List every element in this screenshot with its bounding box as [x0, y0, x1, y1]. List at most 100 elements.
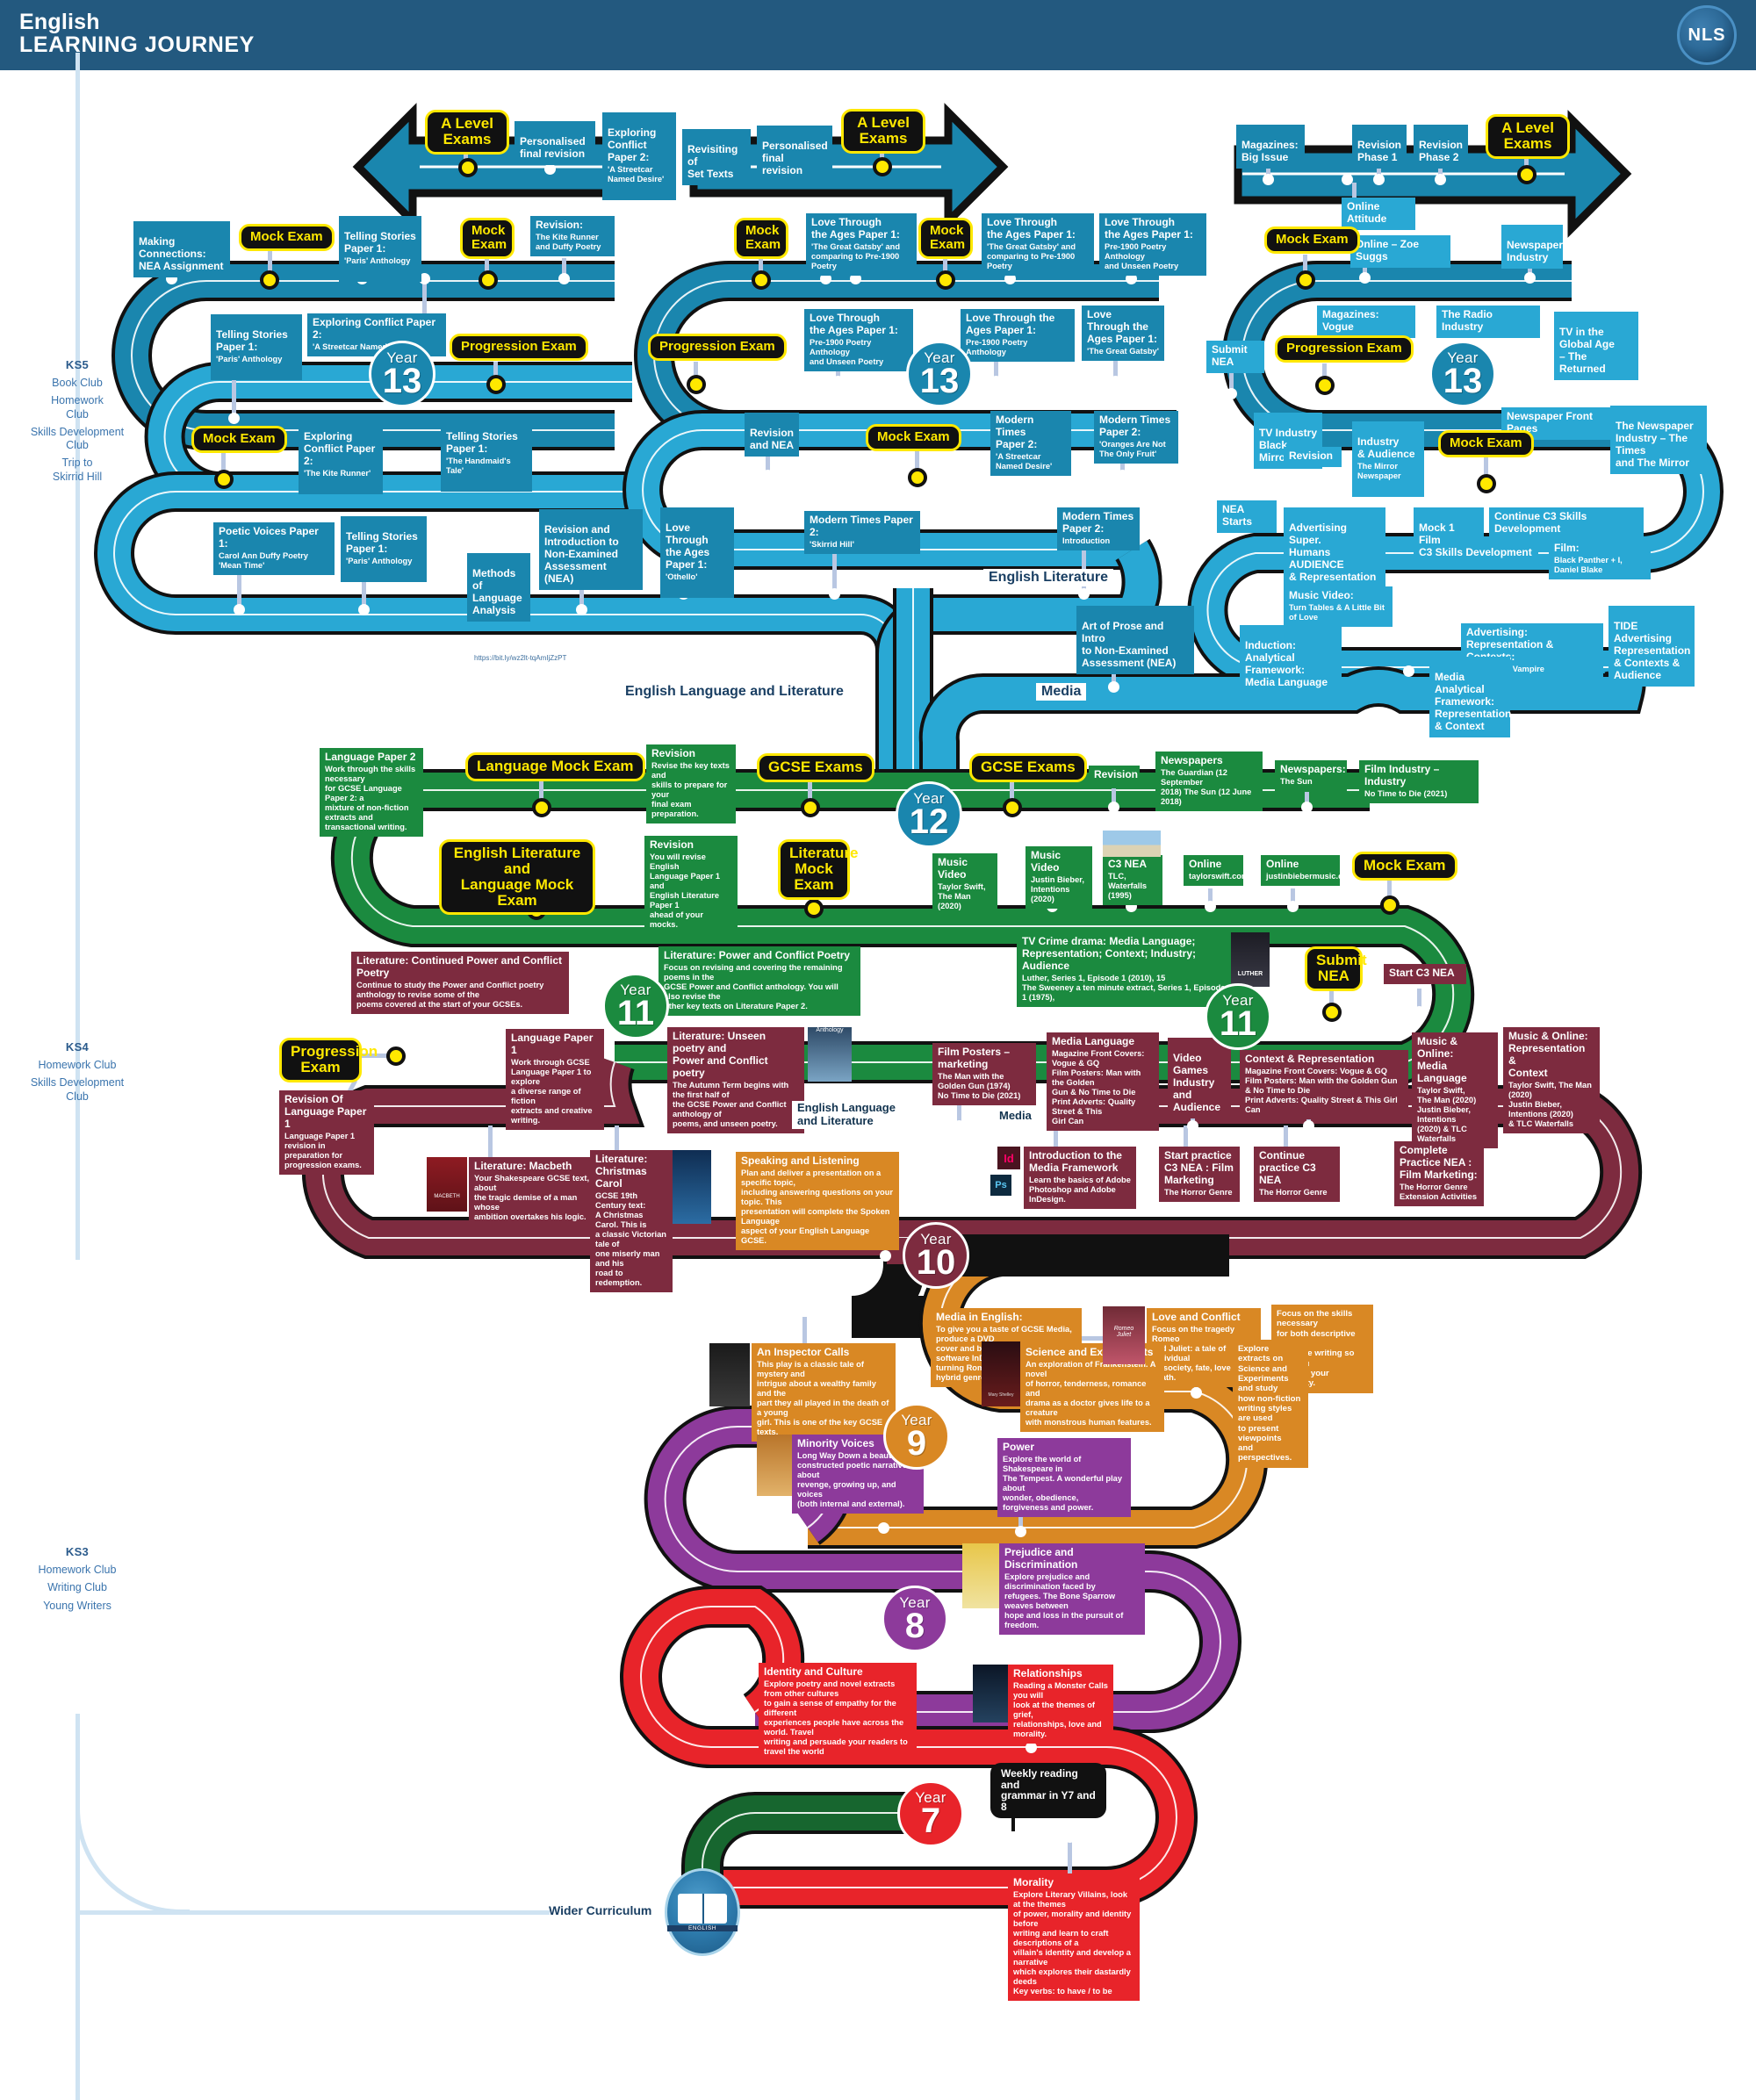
node-col3-i[interactable]	[1510, 477, 1522, 488]
node-col1-j[interactable]	[358, 604, 370, 615]
node-col3-d[interactable]	[1342, 174, 1353, 185]
node-mock-col1-r3[interactable]	[214, 470, 234, 489]
node-col3-q[interactable]	[1635, 591, 1646, 602]
pill-mock-exam-col2-r1b[interactable]: Mock Exam	[918, 218, 973, 259]
node-col3-o[interactable]	[1496, 591, 1508, 602]
node-col3-g[interactable]	[1226, 388, 1237, 399]
label-telling-stories-handmaids-tale: Telling Stories Paper 1: 'The Handmaid's…	[441, 416, 532, 492]
pill-a-level-exams-col1[interactable]: A Level Exams	[425, 110, 509, 155]
node-y12-literature-mock[interactable]	[804, 899, 824, 918]
label-online-justinbiebermusic: Online justinbiebermusic.com	[1261, 855, 1355, 886]
node-a-level-col1[interactable]	[458, 158, 478, 177]
node-col3-j[interactable]	[1321, 477, 1332, 488]
node-mock-col2-r3[interactable]	[908, 468, 927, 487]
label-exploring-conflict-kite-runner: Exploring Conflict Paper 2: 'The Kite Ru…	[299, 416, 383, 494]
node-col2-i[interactable]	[1110, 376, 1121, 387]
node-y9-c[interactable]	[1015, 1526, 1026, 1537]
label-nea-starts: NEA Starts	[1217, 500, 1277, 533]
pill-submit-nea-y11[interactable]: Submit NEA	[1305, 946, 1367, 991]
pill-mock-exam-col3-r3[interactable]: Mock Exam	[1438, 430, 1534, 457]
node-col1-f[interactable]	[228, 413, 240, 424]
node-y12-k[interactable]	[1205, 901, 1216, 912]
pill-gcse-exams-right[interactable]: GCSE Exams	[969, 753, 1087, 782]
pill-progression-exam-col3[interactable]: Progression Exam	[1275, 335, 1414, 363]
node-y11-progression[interactable]	[386, 1046, 406, 1066]
node-y12-gcse-left[interactable]	[801, 798, 820, 817]
node-mock-col3-r1[interactable]	[1296, 270, 1315, 290]
node-col2-o[interactable]	[1078, 588, 1090, 600]
label-start-practice-c3-nea-film-marketing: Start practice C3 NEA : Film Marketing T…	[1159, 1147, 1240, 1202]
node-y12-c[interactable]	[1108, 802, 1119, 813]
node-y12-e[interactable]	[1301, 802, 1313, 813]
node-col2-g[interactable]	[832, 376, 844, 387]
node-col3-k[interactable]	[1226, 477, 1237, 488]
pill-gcse-exams-left[interactable]: GCSE Exams	[757, 753, 874, 782]
node-col2-j[interactable]	[762, 470, 774, 481]
node-col3-b[interactable]	[1373, 174, 1385, 185]
node-col3-e[interactable]	[1359, 272, 1371, 284]
pill-mock-exam-col2-r3[interactable]: Mock Exam	[866, 424, 961, 451]
node-y8-c[interactable]	[1026, 1742, 1037, 1753]
node-y11-c[interactable]	[1414, 1006, 1425, 1018]
stream-label-media-y11: Media	[994, 1108, 1037, 1123]
node-col1-l[interactable]	[576, 604, 587, 615]
node-y11-f[interactable]	[400, 1074, 412, 1085]
node-y12-language-mock[interactable]	[532, 798, 551, 817]
pill-progression-exam-col2[interactable]: Progression Exam	[648, 334, 787, 361]
pill-english-lit-lang-mock[interactable]: English Literature and Language Mock Exa…	[439, 839, 595, 916]
node-y11-submit-nea[interactable]	[1322, 1003, 1342, 1022]
node-mock-col1-r1b[interactable]	[479, 270, 498, 290]
node-a-level-col2[interactable]	[873, 157, 892, 176]
node-mock-col2-r1b[interactable]	[936, 270, 955, 290]
pill-progression-exam-col1[interactable]: Progression Exam	[450, 334, 588, 361]
node-y10-a[interactable]	[880, 1250, 891, 1262]
node-col3-p[interactable]	[1568, 591, 1580, 602]
crest-book-icon	[678, 1893, 727, 1924]
pill-literature-mock-exam[interactable]: Literature Mock Exam	[778, 839, 858, 900]
pill-progression-exam-y11[interactable]: Progression Exam	[279, 1038, 378, 1082]
node-col2-p[interactable]	[1108, 681, 1119, 693]
node-col1-i[interactable]	[234, 604, 245, 615]
source-url[interactable]: https://bit.ly/wz2lt-tqAmIjZzPT	[474, 654, 566, 662]
node-col2-n[interactable]	[829, 588, 840, 600]
label-revision-kite-runner-duffy: Revision: The Kite Runner and Duffy Poet…	[530, 216, 615, 256]
node-y11-g[interactable]	[954, 1120, 965, 1132]
node-y12-l[interactable]	[1287, 901, 1299, 912]
node-col3-a[interactable]	[1263, 174, 1274, 185]
node-mock-col2-r1[interactable]	[752, 270, 771, 290]
pill-a-level-exams-col2[interactable]: A Level Exams	[841, 109, 925, 154]
node-y11-i[interactable]	[1187, 1120, 1198, 1132]
node-mock-col3-r3[interactable]	[1477, 474, 1496, 493]
node-col3-f[interactable]	[1524, 272, 1536, 284]
node-col3-c[interactable]	[1435, 174, 1446, 185]
pill-mock-exam-y12[interactable]: Mock Exam	[1352, 852, 1457, 881]
node-col3-n[interactable]	[1463, 592, 1474, 603]
thumbnail-macbeth: MACBETH	[427, 1157, 467, 1212]
node-progression-col1[interactable]	[486, 375, 506, 394]
pill-mock-exam-col1-row1[interactable]: Mock Exam	[239, 224, 335, 251]
node-a-level-col3[interactable]	[1517, 165, 1536, 184]
node-y12-gcse-right[interactable]	[1003, 798, 1022, 817]
node-y11-b[interactable]	[439, 1012, 450, 1024]
node-col3-m[interactable]	[1403, 665, 1414, 677]
pill-weekly-reading-grammar[interactable]: Weekly reading and grammar in Y7 and 8	[990, 1763, 1106, 1819]
node-mock-col1-r1[interactable]	[260, 270, 279, 290]
node-col1-e[interactable]	[558, 273, 570, 284]
node-y12-f[interactable]	[1378, 802, 1390, 813]
pill-mock-exam-col3-r1[interactable]: Mock Exam	[1264, 227, 1360, 254]
node-y10-c[interactable]	[878, 1522, 889, 1534]
pill-mock-exam-col2-r1[interactable]: Mock Exam	[734, 218, 788, 259]
node-col2-l[interactable]	[1117, 470, 1128, 481]
node-y12-mock[interactable]	[1380, 895, 1400, 915]
node-y7-a[interactable]	[1064, 1831, 1076, 1843]
pill-language-mock-exam[interactable]: Language Mock Exam	[465, 752, 645, 781]
node-y11-j[interactable]	[1303, 1120, 1314, 1132]
label-online-taylorswift: Online taylorswift.com	[1184, 855, 1249, 886]
pill-mock-exam-col1-r1b[interactable]: Mock Exam	[460, 218, 515, 259]
node-y10-b[interactable]	[1191, 1387, 1202, 1399]
pill-mock-exam-col1-r3[interactable]: Mock Exam	[191, 426, 287, 453]
node-progression-col3[interactable]	[1315, 376, 1335, 395]
pill-a-level-exams-col3[interactable]: A Level Exams	[1486, 114, 1570, 159]
node-col2-h[interactable]	[990, 376, 1002, 387]
node-progression-col2[interactable]	[687, 375, 706, 394]
